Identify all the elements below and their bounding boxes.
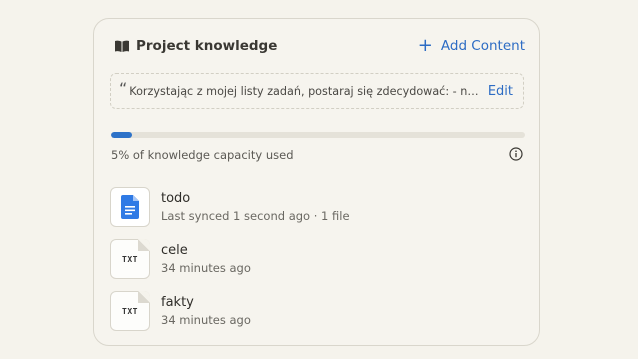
file-item[interactable]: todo Last synced 1 second ago · 1 file [110, 181, 524, 233]
file-item[interactable]: TXT fakty 34 minutes ago [110, 285, 524, 337]
file-name: cele [161, 243, 188, 258]
txt-file-icon: TXT [122, 306, 138, 316]
info-icon[interactable] [509, 147, 523, 161]
card-title: Project knowledge [136, 38, 278, 54]
project-instructions[interactable]: “ Korzystając z mojej listy zadań, posta… [110, 73, 524, 109]
capacity-label: 5% of knowledge capacity used [111, 148, 294, 162]
book-icon [115, 40, 129, 52]
file-thumbnail [110, 187, 150, 227]
plus-icon: + [417, 35, 433, 56]
file-thumbnail: TXT [110, 239, 150, 279]
quote-icon: “ [119, 78, 128, 98]
txt-file-icon: TXT [122, 254, 138, 264]
add-content-label: Add Content [440, 38, 525, 54]
edit-instructions-button[interactable]: Edit [488, 84, 513, 99]
capacity-progress-bar [111, 132, 525, 138]
file-status: 34 minutes ago [161, 261, 251, 275]
add-content-button[interactable]: + Add Content [418, 37, 525, 55]
page-corner [138, 291, 150, 303]
google-doc-icon [121, 195, 139, 219]
file-name: fakty [161, 295, 194, 310]
file-thumbnail: TXT [110, 291, 150, 331]
file-list: todo Last synced 1 second ago · 1 file T… [110, 181, 524, 337]
instructions-text: Korzystając z mojej listy zadań, postara… [129, 84, 480, 98]
file-name: todo [161, 191, 191, 206]
page-corner [138, 239, 150, 251]
capacity-progress-fill [111, 132, 132, 138]
file-status: Last synced 1 second ago · 1 file [161, 209, 350, 223]
file-item[interactable]: TXT cele 34 minutes ago [110, 233, 524, 285]
project-knowledge-card: Project knowledge + Add Content “ Korzys… [93, 18, 540, 346]
file-status: 34 minutes ago [161, 313, 251, 327]
card-header: Project knowledge + Add Content [114, 35, 525, 57]
